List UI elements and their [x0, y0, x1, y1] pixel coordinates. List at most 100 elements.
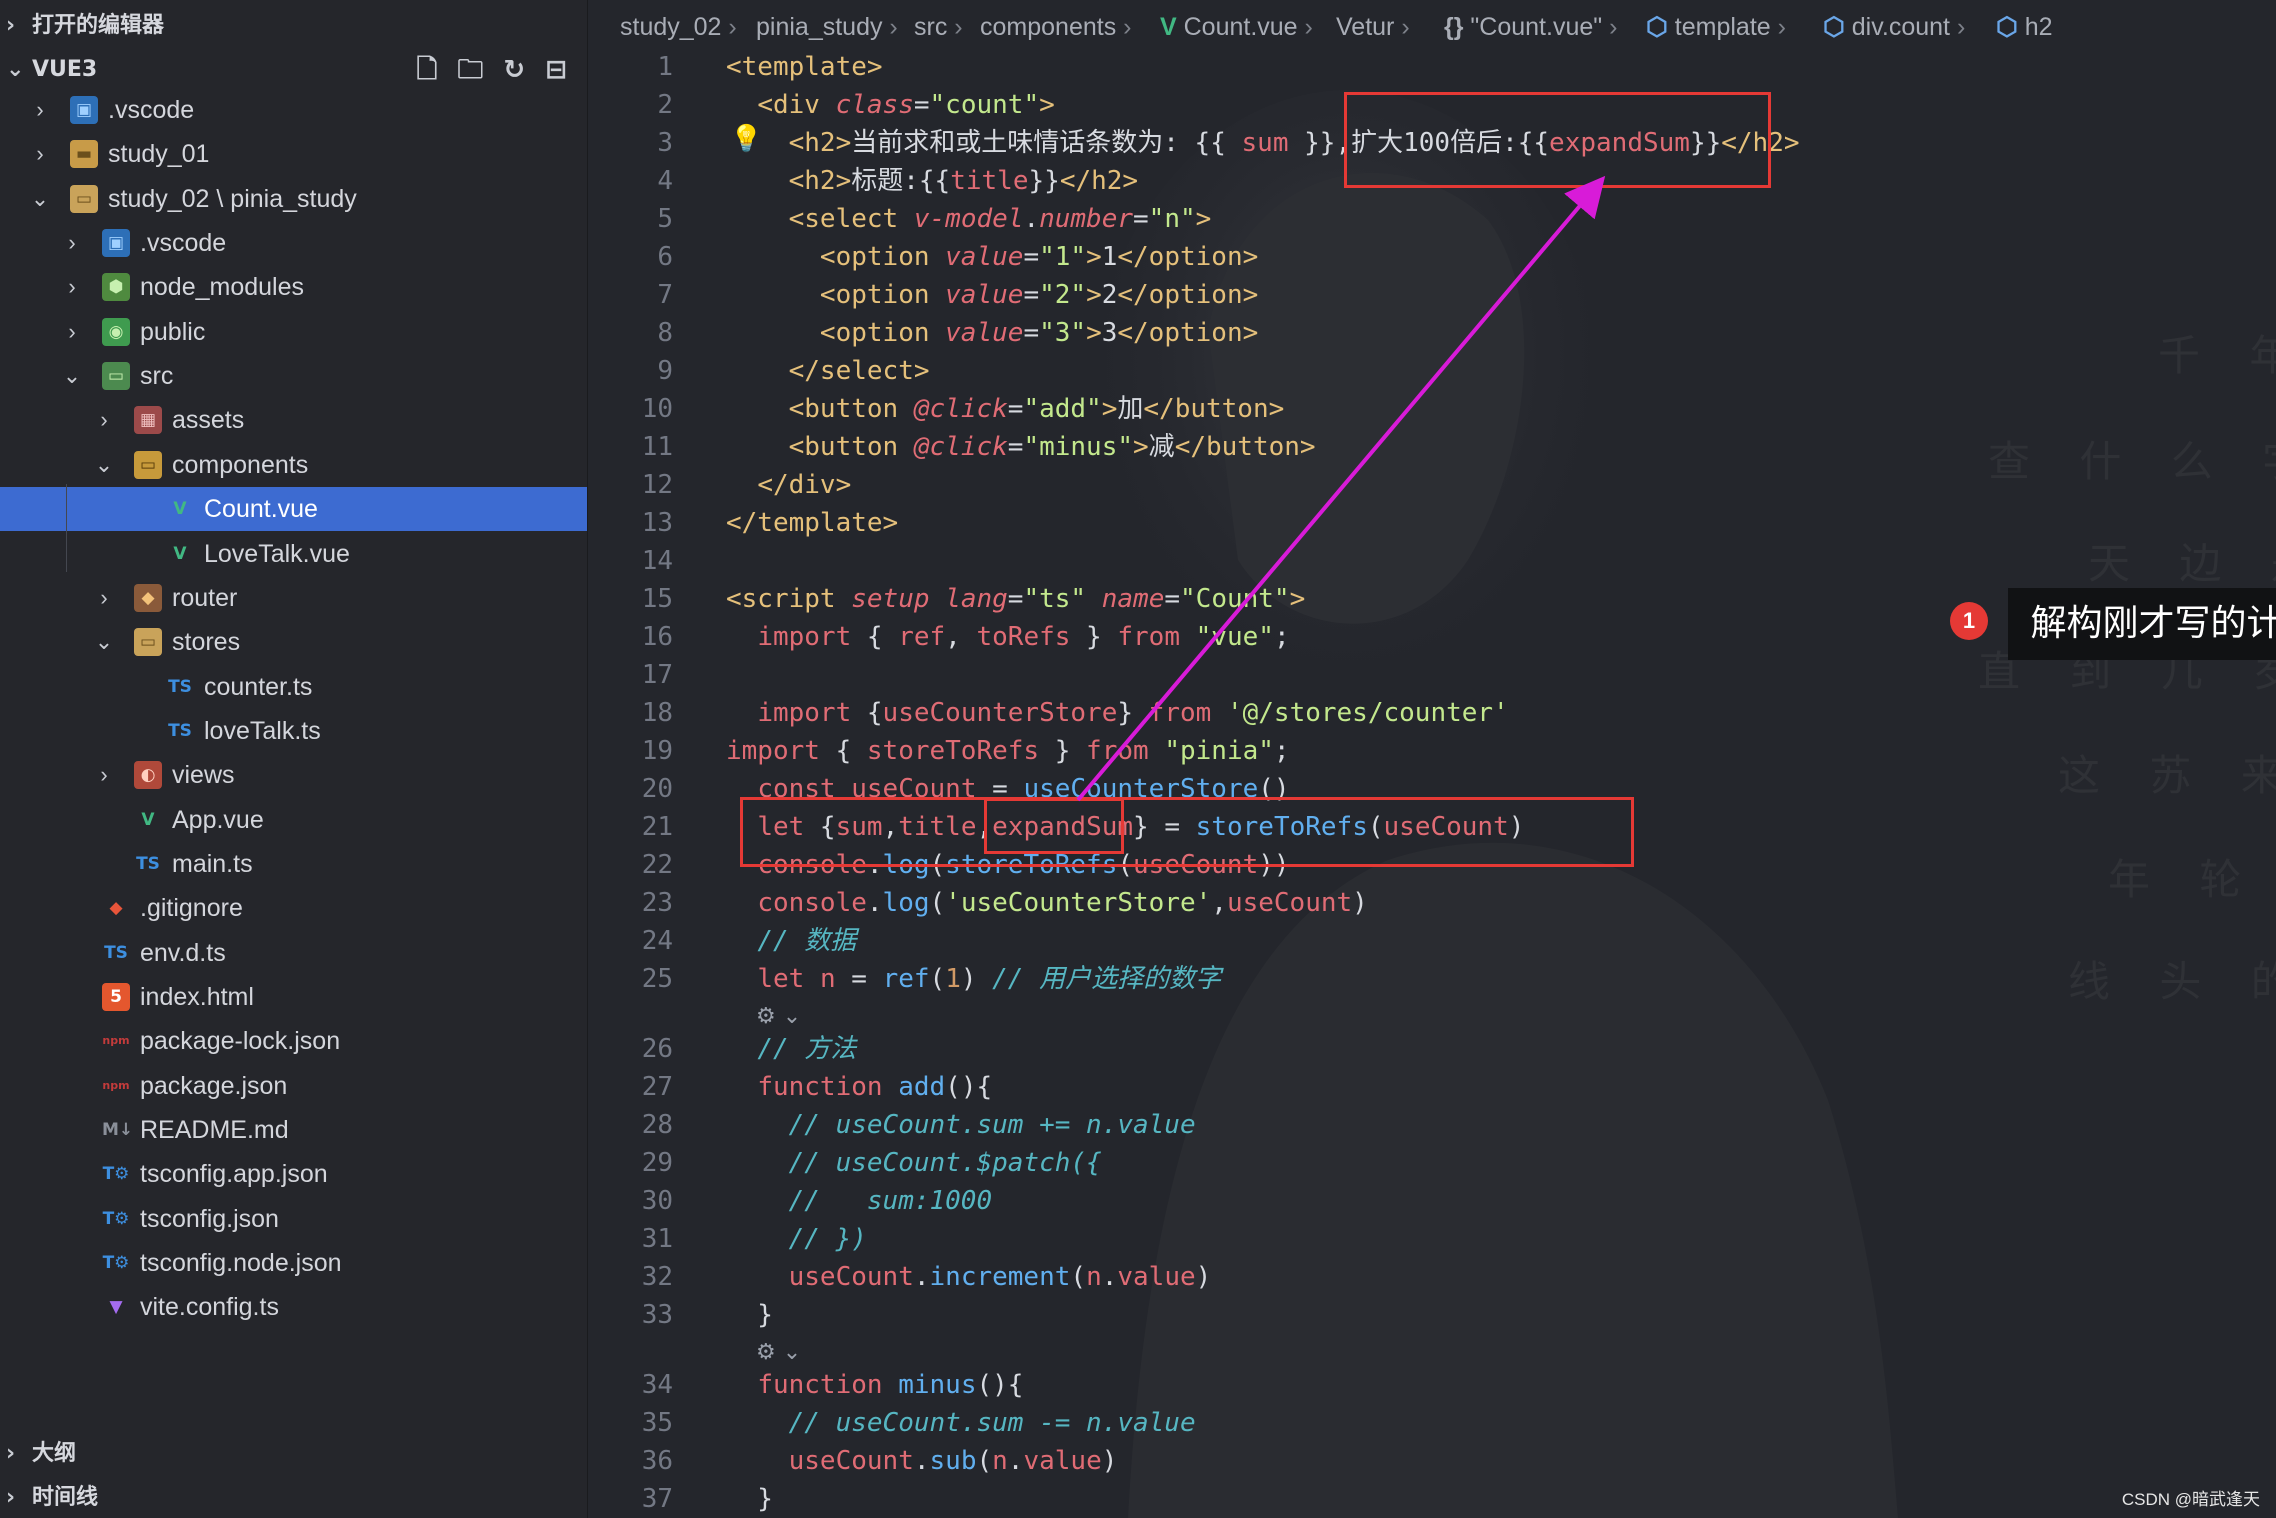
tsconfig-icon: T⚙ — [102, 1164, 130, 1185]
tree-item[interactable]: ⌄ ▭ components — [0, 443, 587, 487]
tree-item-label: package-lock.json — [140, 1027, 341, 1056]
markdown-icon: M↓ — [102, 1120, 134, 1141]
chevron-right-icon: › — [6, 1485, 16, 1510]
chevron-down-icon[interactable]: ⌄ — [28, 177, 52, 221]
tree-item-label: Count.vue — [204, 495, 318, 524]
ts-icon: TS — [136, 853, 160, 874]
chevron-down-icon[interactable]: ⌄ — [92, 620, 116, 664]
tree-item-label: .gitignore — [140, 894, 243, 923]
tree-item[interactable]: › ◐ views — [0, 753, 587, 797]
tree-item-label: stores — [172, 628, 241, 657]
tree-item[interactable]: T⚙ tsconfig.node.json — [0, 1241, 587, 1285]
chevron-right-icon[interactable]: › — [92, 576, 116, 620]
chevron-right-icon[interactable]: › — [28, 132, 52, 176]
chevron-down-icon[interactable]: ⌄ — [92, 443, 116, 487]
folder-icon: ▬ — [70, 140, 98, 169]
tree-item[interactable]: 5 index.html — [0, 975, 587, 1019]
chevron-down-icon[interactable]: ⌄ — [60, 354, 84, 398]
timeline-header[interactable]: › 时间线 — [0, 1478, 587, 1518]
vue-icon: V — [141, 809, 155, 830]
html-icon: 5 — [102, 983, 130, 1011]
tree-item[interactable]: ⌄ ▭ study_02 \ pinia_study — [0, 177, 587, 221]
tree-item[interactable]: › ◆ router — [0, 576, 587, 620]
tree-item-label: .vscode — [108, 96, 195, 124]
tree-item[interactable]: › ▣ .vscode — [0, 221, 587, 265]
tree-item[interactable]: › ◉ public — [0, 310, 587, 354]
outline-title: 大纲 — [32, 1441, 77, 1466]
tree-item-label: main.ts — [172, 849, 253, 878]
tree-item[interactable]: TS loveTalk.ts — [0, 709, 587, 753]
annotation-number-badge: 1 — [1950, 602, 1988, 640]
tree-item[interactable]: › ⬢ node_modules — [0, 265, 587, 309]
public-folder-icon: ◉ — [102, 317, 130, 346]
tree-item-label: tsconfig.app.json — [140, 1160, 328, 1189]
ts-icon: TS — [104, 942, 128, 963]
refresh-icon[interactable]: ↻ — [503, 50, 525, 90]
tree-item[interactable]: ⌄ ▭ src — [0, 354, 587, 398]
vue-icon: V — [173, 499, 187, 520]
tree-item-label: study_02 \ pinia_study — [108, 184, 357, 213]
npm-icon: npm — [102, 1034, 130, 1048]
tree-item-label: assets — [172, 406, 245, 435]
tree-item[interactable]: TS counter.ts — [0, 665, 587, 709]
router-folder-icon: ◆ — [134, 583, 162, 612]
vue-icon: V — [173, 543, 187, 564]
tree-item-label: .vscode — [140, 229, 227, 258]
tree-item[interactable]: V App.vue — [0, 798, 587, 842]
vscode-folder-icon: ▣ — [102, 229, 130, 258]
new-folder-icon[interactable]: 🗀 — [457, 50, 483, 90]
tree-item[interactable]: › ▬ study_01 — [0, 132, 587, 176]
tree-item-label: vite.config.ts — [140, 1293, 279, 1322]
tree-item[interactable]: TS env.d.ts — [0, 931, 587, 975]
open-editors-header[interactable]: › 打开的编辑器 — [0, 6, 587, 46]
collapse-all-icon[interactable]: ⊟ — [545, 50, 567, 90]
tree-item-label: study_01 — [108, 140, 210, 169]
tree-item[interactable]: V Count.vue — [0, 487, 587, 532]
tree-item[interactable]: ▼ vite.config.ts — [0, 1285, 587, 1329]
open-editors-title: 打开的编辑器 — [32, 13, 165, 38]
tree-item[interactable]: › ▣ .vscode — [0, 88, 587, 132]
src-folder-icon: ▭ — [102, 362, 130, 391]
tsconfig-icon: T⚙ — [102, 1208, 130, 1229]
views-folder-icon: ◐ — [134, 761, 162, 790]
chevron-right-icon[interactable]: › — [60, 310, 84, 354]
vite-icon: ▼ — [109, 1297, 123, 1318]
explorer-actions: 🗋 🗀 ↻ ⊟ — [416, 50, 567, 90]
workspace-header[interactable]: ⌄ VUE3 🗋 🗀 ↻ ⊟ — [0, 50, 587, 90]
tree-item[interactable]: T⚙ tsconfig.json — [0, 1197, 587, 1241]
tree-item[interactable]: ◆ .gitignore — [0, 886, 587, 930]
chevron-down-icon: ⌄ — [6, 57, 25, 82]
tree-item[interactable]: V LoveTalk.vue — [0, 532, 587, 576]
tree-item-label: counter.ts — [204, 672, 313, 701]
chevron-right-icon[interactable]: › — [60, 265, 84, 309]
outline-header[interactable]: › 大纲 — [0, 1434, 587, 1474]
tree-item-label: env.d.ts — [140, 938, 226, 967]
node-folder-icon: ⬢ — [102, 273, 130, 302]
tree-item[interactable]: npm package-lock.json — [0, 1019, 587, 1063]
assets-folder-icon: ▦ — [134, 406, 162, 435]
chevron-right-icon[interactable]: › — [60, 221, 84, 265]
tree-item-label: LoveTalk.vue — [204, 539, 350, 568]
chevron-right-icon[interactable]: › — [28, 88, 52, 132]
tree-item[interactable]: T⚙ tsconfig.app.json — [0, 1152, 587, 1196]
tree-item-label: tsconfig.node.json — [140, 1249, 342, 1278]
tree-item[interactable]: ⌄ ▭ stores — [0, 620, 587, 664]
tree-item-label: components — [172, 450, 309, 479]
new-file-icon[interactable]: 🗋 — [416, 50, 437, 90]
folder-open-icon: ▭ — [134, 628, 162, 657]
chevron-right-icon[interactable]: › — [92, 398, 116, 442]
tree-item[interactable]: › ▦ assets — [0, 398, 587, 442]
tree-item-label: views — [172, 761, 235, 790]
chevron-right-icon[interactable]: › — [92, 753, 116, 797]
tree-item-label: src — [140, 362, 174, 391]
tree-item[interactable]: M↓ README.md — [0, 1108, 587, 1152]
tree-item-label: node_modules — [140, 273, 305, 302]
tree-item-label: README.md — [140, 1116, 289, 1145]
tree-item[interactable]: TS main.ts — [0, 842, 587, 886]
workspace-title: VUE3 — [32, 57, 98, 82]
tree-item-label: package.json — [140, 1071, 288, 1100]
annotation-label: 解构刚才写的计算方法 — [2008, 588, 2276, 660]
code-editor[interactable]: 千 年 前查 什 么 字 眼 和天 边 是直 到 几 岁这 苏 来年 轮 布线 … — [588, 0, 2276, 1518]
tree-item[interactable]: npm package.json — [0, 1064, 587, 1108]
ts-icon: TS — [168, 720, 192, 741]
